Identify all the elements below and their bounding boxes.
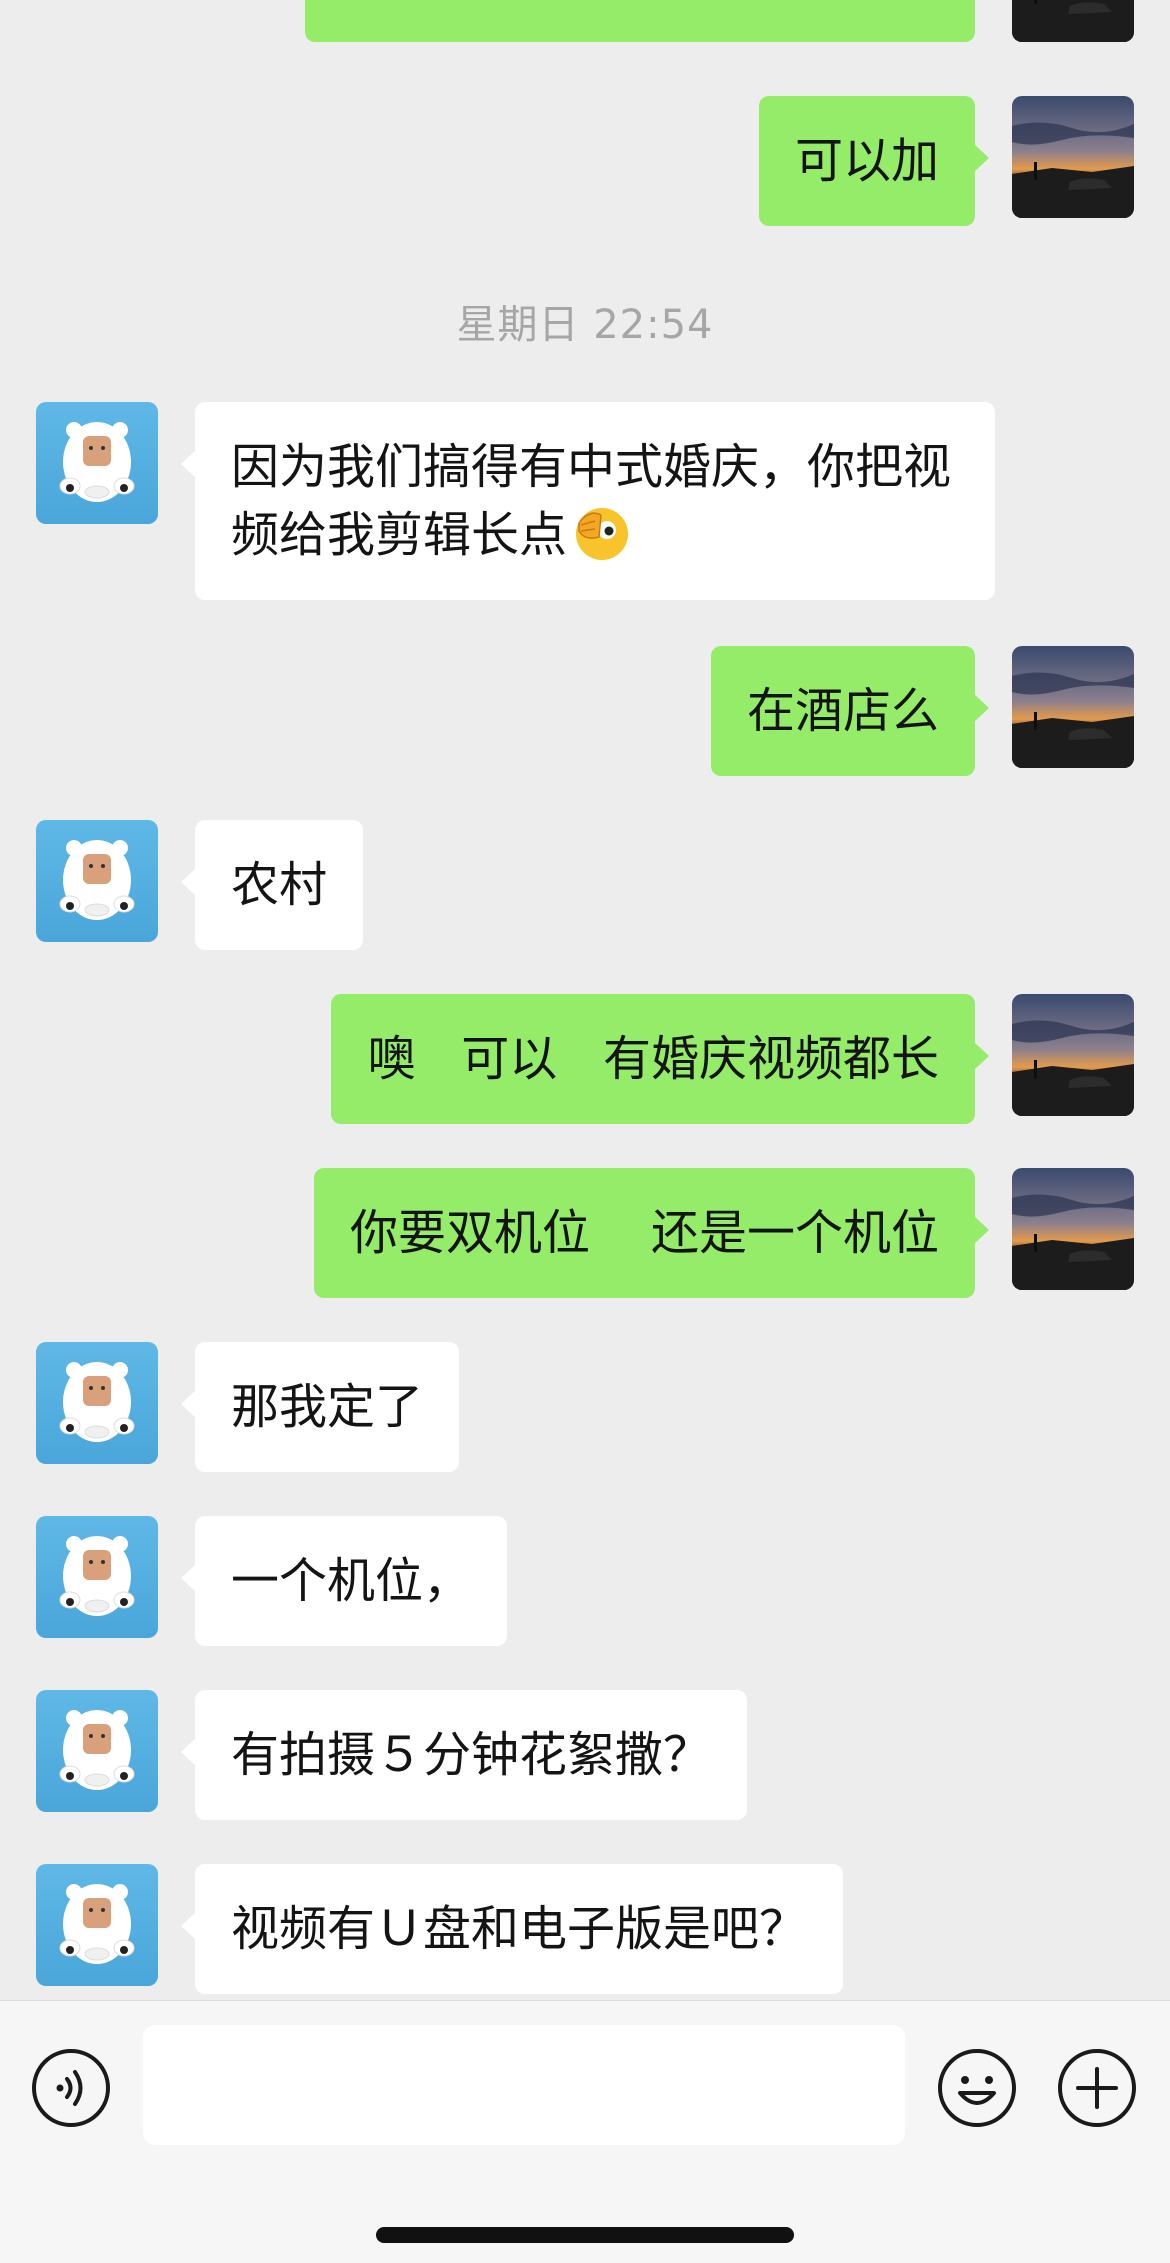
- contact-avatar[interactable]: [36, 402, 158, 524]
- contact-avatar[interactable]: [36, 820, 158, 942]
- my-avatar[interactable]: [1012, 994, 1134, 1116]
- voice-icon: [32, 2049, 110, 2127]
- message-bubble-received[interactable]: 视频有Ｕ盘和电子版是吧？: [180, 1864, 844, 1994]
- face-peeking-emoji: [576, 508, 629, 560]
- message-timestamp: 星期日 22:54: [456, 302, 714, 348]
- voice-button[interactable]: [30, 2047, 112, 2129]
- my-avatar[interactable]: [1012, 646, 1134, 768]
- message-input[interactable]: [143, 2025, 905, 2145]
- input-toolbar: [0, 2000, 1170, 2263]
- my-avatar[interactable]: [1012, 1168, 1134, 1290]
- contact-avatar[interactable]: [36, 1864, 158, 1986]
- message-bubble-sent[interactable]: [305, 0, 975, 42]
- emoji-button[interactable]: [936, 2047, 1018, 2129]
- contact-avatar[interactable]: [36, 1516, 158, 1638]
- home-indicator[interactable]: [376, 2227, 794, 2243]
- my-avatar[interactable]: [1012, 96, 1134, 218]
- more-button[interactable]: [1056, 2047, 1138, 2129]
- message-bubble-sent[interactable]: 噢 可以 有婚庆视频都长: [331, 994, 989, 1124]
- my-avatar[interactable]: [1012, 0, 1134, 42]
- contact-avatar[interactable]: [36, 1342, 158, 1464]
- plus-icon: [1058, 2049, 1136, 2127]
- chat-area[interactable]: 可以加 星期日 22:54 因为我们搞得有中式婚庆，你把视频给我剪辑长点 在酒店…: [0, 0, 1170, 2000]
- message-bubble-sent[interactable]: 在酒店么: [710, 646, 990, 776]
- message-bubble-sent[interactable]: 可以加: [758, 96, 990, 226]
- emoji-icon: [938, 2049, 1016, 2127]
- message-bubble-received[interactable]: 一个机位，: [180, 1516, 508, 1646]
- message-bubble-sent[interactable]: 你要双机位 还是一个机位: [313, 1168, 990, 1298]
- contact-avatar[interactable]: [36, 1690, 158, 1812]
- message-bubble-received[interactable]: 因为我们搞得有中式婚庆，你把视频给我剪辑长点: [181, 402, 995, 600]
- message-bubble-received[interactable]: 有拍摄５分钟花絮撒？: [180, 1690, 748, 1820]
- message-bubble-received[interactable]: 农村: [180, 820, 364, 950]
- message-bubble-received[interactable]: 那我定了: [180, 1342, 460, 1472]
